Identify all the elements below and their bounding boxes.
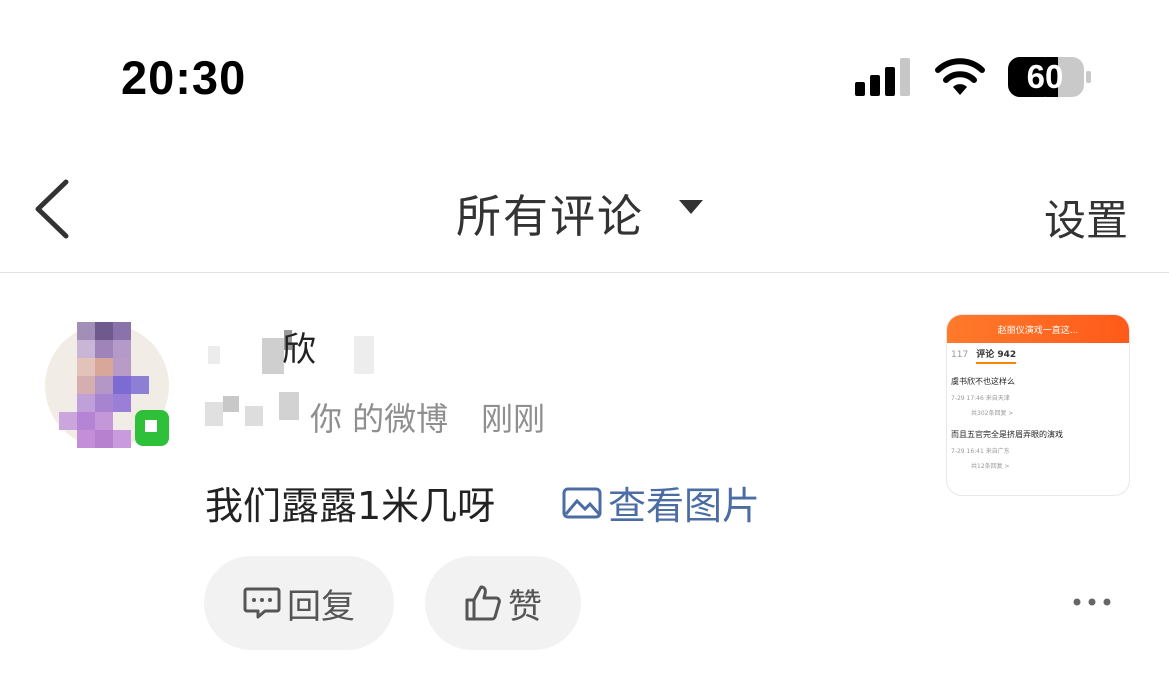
battery-level: 60 (1026, 58, 1064, 95)
comment-text: 我们露露1米几呀 (205, 484, 496, 528)
reply-label: 回复 (287, 586, 355, 627)
thumbnail-item2-replies: 共12条回复 > (971, 463, 1010, 470)
view-image-link[interactable]: 查看图片 (562, 475, 760, 530)
comment-image-thumbnail[interactable]: 赵丽仪演戏一直这... 117 评论 942 虞书欣不也这样么 7-29 17:4… (946, 314, 1130, 496)
reply-button[interactable]: 回复 (204, 556, 394, 650)
thumbnail-item2-text: 而且五官完全是挤眉弄眼的演戏 (951, 430, 1063, 439)
thumbnail-tabs: 117 评论 942 (947, 343, 1129, 364)
nav-bar: 所有评论 设置 (0, 150, 1169, 273)
thumbnail-item1-meta: 7-29 17:46 来自天津 (951, 395, 1010, 402)
chevron-left-icon[interactable] (30, 178, 74, 240)
image-icon (562, 487, 602, 518)
thumbnail-item1-text: 虞书欣不也这样么 (951, 377, 1015, 386)
like-label: 赞 (508, 586, 542, 627)
comment-bubble-icon (243, 587, 281, 619)
caret-down-icon[interactable] (678, 198, 704, 216)
avatar[interactable] (41, 322, 173, 450)
thumbnail-item1-replies: 共302条回复 > (971, 410, 1014, 417)
thumbs-up-icon (465, 585, 501, 621)
thumbnail-header: 赵丽仪演戏一直这... (947, 315, 1129, 343)
more-dots-icon[interactable] (1072, 596, 1112, 608)
thumbnail-item2-meta: 7-29 16:41 来自广东 (951, 448, 1010, 455)
source-blurred (205, 392, 299, 426)
view-image-label: 查看图片 (608, 484, 761, 528)
signal-icon (855, 58, 910, 96)
like-button[interactable]: 赞 (425, 556, 581, 650)
comment-source: 你 的微博 (310, 400, 449, 438)
username-text[interactable]: 欣 (282, 322, 316, 371)
comment-time: 刚刚 (481, 400, 546, 438)
wifi-icon (935, 58, 985, 95)
status-bar: 20:30 60 (0, 0, 1169, 150)
page-title[interactable]: 所有评论 (456, 180, 644, 245)
settings-button[interactable]: 设置 (1044, 187, 1128, 248)
status-time: 20:30 (121, 51, 247, 104)
